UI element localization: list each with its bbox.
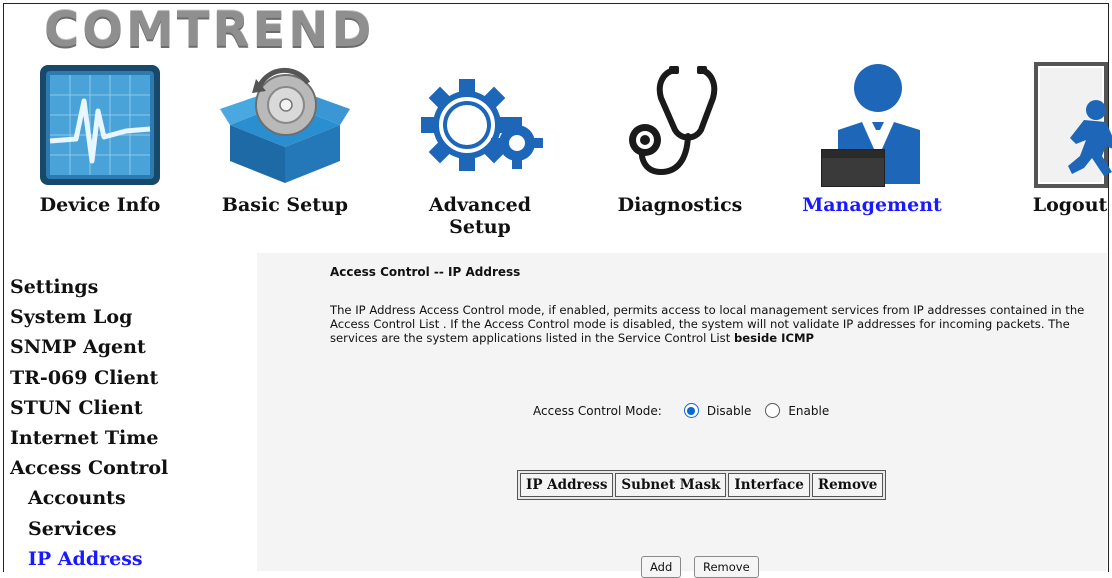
sidebar-item-settings[interactable]: Settings bbox=[10, 272, 250, 302]
main-content: Access Control -- IP Address The IP Addr… bbox=[257, 253, 1107, 578]
column-header-subnet-mask: Subnet Mask bbox=[615, 473, 727, 497]
add-button[interactable]: Add bbox=[641, 556, 682, 578]
sidebar-item-accounts[interactable]: Accounts bbox=[10, 483, 250, 513]
description-text: The IP Address Access Control mode, if e… bbox=[330, 303, 1085, 345]
sidebar-item-tr069-client[interactable]: TR-069 Client bbox=[10, 363, 250, 393]
nav-label: Management bbox=[802, 194, 942, 216]
access-control-mode: Access Control Mode: Disable Enable bbox=[533, 403, 843, 418]
basic-setup-icon bbox=[205, 60, 365, 190]
column-header-ip-address: IP Address bbox=[520, 473, 614, 497]
sidebar-item-internet-time[interactable]: Internet Time bbox=[10, 423, 250, 453]
nav-label: Logout bbox=[1032, 194, 1108, 216]
disable-radio[interactable] bbox=[683, 403, 699, 418]
remove-button[interactable]: Remove bbox=[694, 556, 759, 578]
page-title: Access Control -- IP Address bbox=[330, 265, 521, 279]
nav-logout[interactable]: Logout bbox=[990, 60, 1112, 230]
disable-radio-label: Disable bbox=[706, 403, 752, 418]
page-description: The IP Address Access Control mode, if e… bbox=[330, 303, 1100, 345]
nav-management[interactable]: Management bbox=[792, 60, 952, 230]
nav-label: Diagnostics bbox=[617, 194, 743, 216]
nav-advanced-setup[interactable]: Advanced Setup bbox=[400, 60, 560, 238]
device-info-icon bbox=[20, 60, 180, 190]
nav-device-info[interactable]: Device Info bbox=[20, 60, 180, 230]
access-control-table: IP Address Subnet Mask Interface Remove bbox=[517, 470, 887, 500]
advanced-setup-icon bbox=[400, 60, 560, 190]
sidebar-item-services[interactable]: Services bbox=[10, 514, 250, 544]
sidebar-item-access-control[interactable]: Access Control bbox=[10, 453, 250, 483]
table-header-row: IP Address Subnet Mask Interface Remove bbox=[520, 473, 884, 497]
column-header-remove: Remove bbox=[811, 473, 884, 497]
sidebar-item-snmp-agent[interactable]: SNMP Agent bbox=[10, 332, 250, 362]
nav-label: Basic Setup bbox=[221, 194, 349, 216]
access-control-mode-label: Access Control Mode: bbox=[533, 403, 662, 418]
description-bold-text: beside ICMP bbox=[733, 331, 815, 345]
nav-label: Device Info bbox=[39, 194, 161, 216]
column-header-interface: Interface bbox=[728, 473, 810, 497]
comtrend-logo: COMTREND bbox=[44, 2, 375, 58]
management-icon bbox=[792, 60, 952, 190]
enable-radio-label: Enable bbox=[788, 403, 830, 418]
diagnostics-icon bbox=[600, 60, 760, 190]
sidebar-item-ip-address[interactable]: IP Address bbox=[10, 544, 250, 574]
nav-basic-setup[interactable]: Basic Setup bbox=[205, 60, 365, 230]
enable-radio[interactable] bbox=[765, 403, 781, 418]
sidebar: Settings System Log SNMP Agent TR-069 Cl… bbox=[10, 272, 250, 574]
nav-diagnostics[interactable]: Diagnostics bbox=[600, 60, 760, 230]
logout-icon bbox=[990, 60, 1112, 190]
nav-label: Advanced Setup bbox=[428, 194, 532, 238]
sidebar-item-stun-client[interactable]: STUN Client bbox=[10, 393, 250, 423]
sidebar-item-system-log[interactable]: System Log bbox=[10, 302, 250, 332]
